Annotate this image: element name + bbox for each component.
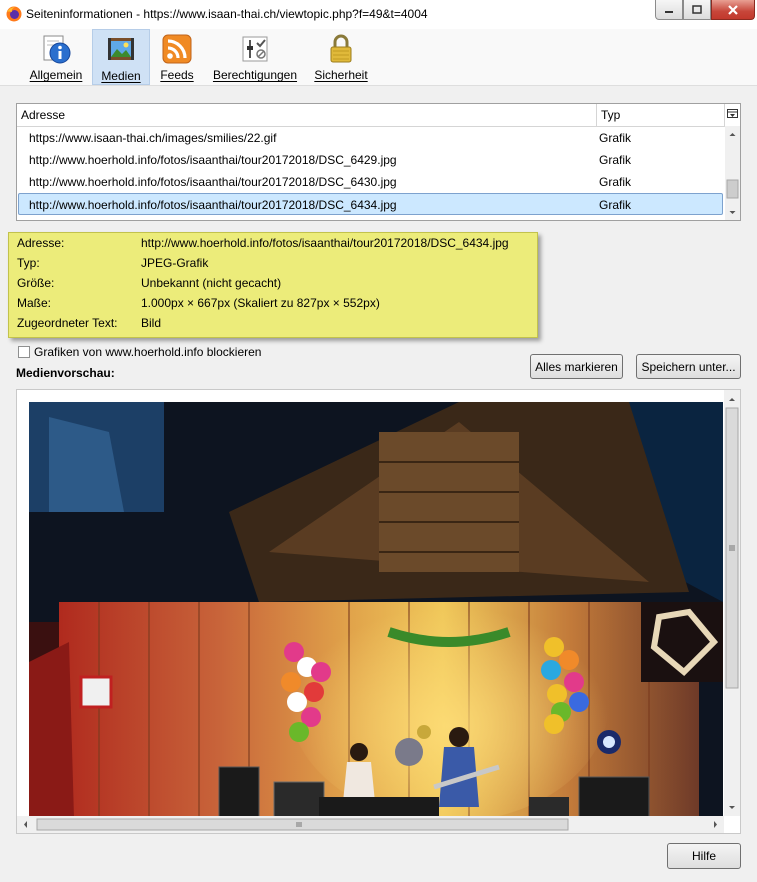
window-title: Seiteninformationen - https://www.isaan-…	[26, 7, 428, 21]
block-images-checkbox[interactable]	[18, 346, 30, 358]
page-info-toolbar: Allgemein Medien Feeds Berechtigungen Si…	[0, 29, 757, 86]
column-picker-icon	[727, 109, 738, 118]
media-info-panel: Adresse: http://www.hoerhold.info/fotos/…	[8, 232, 538, 338]
info-label-size: Größe:	[17, 276, 55, 290]
media-list[interactable]: Adresse Typ https://www.isaan-thai.ch/im…	[16, 103, 741, 221]
save-as-button[interactable]: Speichern unter...	[636, 354, 741, 379]
list-item[interactable]: https://www.isaan-thai.ch/images/smilies…	[18, 127, 723, 149]
tab-medien[interactable]: Medien	[92, 29, 150, 85]
info-value-type: JPEG-Grafik	[141, 256, 209, 270]
item-address: http://www.hoerhold.info/fotos/isaanthai…	[29, 175, 397, 189]
tab-label: Berechtigungen	[212, 68, 298, 82]
tab-label: Allgemein	[29, 68, 83, 82]
info-label-dimensions: Maße:	[17, 296, 52, 310]
tab-label: Sicherheit	[314, 68, 368, 82]
column-header-typ[interactable]: Typ	[597, 104, 725, 126]
info-label-type: Typ:	[17, 256, 40, 270]
rss-feed-icon	[162, 34, 192, 64]
select-all-button[interactable]: Alles markieren	[530, 354, 623, 379]
scrollbar-arrows	[725, 398, 739, 809]
preview-vertical-scrollbar[interactable]	[724, 390, 740, 816]
maximize-icon	[692, 4, 702, 14]
item-address: http://www.hoerhold.info/fotos/isaanthai…	[29, 198, 397, 212]
info-label-alt-text: Zugeordneter Text:	[17, 316, 118, 330]
tab-allgemein[interactable]: Allgemein	[26, 29, 86, 85]
block-images-label[interactable]: Grafiken von www.hoerhold.info blockiere…	[34, 345, 261, 359]
info-value-dimensions: 1.000px × 667px (Skaliert zu 827px × 552…	[141, 296, 380, 310]
tab-label: Medien	[101, 69, 141, 83]
preview-horizontal-scrollbar[interactable]	[17, 816, 724, 833]
item-type: Grafik	[599, 198, 632, 212]
item-type: Grafik	[599, 131, 632, 145]
firefox-icon	[6, 6, 22, 22]
info-value-address: http://www.hoerhold.info/fotos/isaanthai…	[141, 236, 509, 250]
close-button[interactable]	[711, 0, 755, 20]
item-type: Grafik	[599, 153, 632, 167]
scrollbar-arrows	[726, 133, 739, 214]
media-preview	[16, 389, 741, 834]
permissions-sliders-icon	[242, 36, 268, 62]
list-item[interactable]: http://www.hoerhold.info/fotos/isaanthai…	[18, 171, 723, 193]
column-picker-button[interactable]	[725, 104, 740, 126]
tab-feeds[interactable]: Feeds	[158, 29, 196, 85]
list-header: Adresse Typ	[17, 104, 740, 127]
title-bar: Seiteninformationen - https://www.isaan-…	[0, 0, 757, 30]
tab-sicherheit[interactable]: Sicherheit	[312, 29, 370, 85]
close-icon	[728, 4, 738, 15]
item-address: http://www.hoerhold.info/fotos/isaanthai…	[29, 153, 397, 167]
info-value-size: Unbekannt (nicht gecacht)	[141, 276, 282, 290]
tab-berechtigungen[interactable]: Berechtigungen	[210, 29, 300, 85]
padlock-icon	[330, 34, 352, 63]
minimize-button[interactable]	[655, 0, 683, 20]
info-label-address: Adresse:	[17, 236, 65, 250]
help-button[interactable]: Hilfe	[667, 843, 741, 869]
preview-label: Medienvorschau:	[16, 366, 115, 380]
scrollbar-arrows	[24, 818, 717, 831]
list-scrollbar[interactable]	[725, 126, 740, 220]
item-address: https://www.isaan-thai.ch/images/smilies…	[29, 131, 277, 145]
maximize-button[interactable]	[683, 0, 711, 20]
list-item[interactable]: http://www.hoerhold.info/fotos/isaanthai…	[18, 149, 723, 171]
preview-image-concert-stage	[29, 402, 723, 818]
column-header-adresse[interactable]: Adresse	[17, 104, 597, 126]
info-value-alt-text: Bild	[141, 316, 162, 330]
info-icon	[43, 35, 71, 64]
minimize-icon	[665, 10, 673, 13]
tab-label: Feeds	[160, 68, 194, 82]
media-icon	[108, 38, 134, 60]
list-item-selected[interactable]: http://www.hoerhold.info/fotos/isaanthai…	[18, 193, 723, 215]
item-type: Grafik	[599, 175, 632, 189]
